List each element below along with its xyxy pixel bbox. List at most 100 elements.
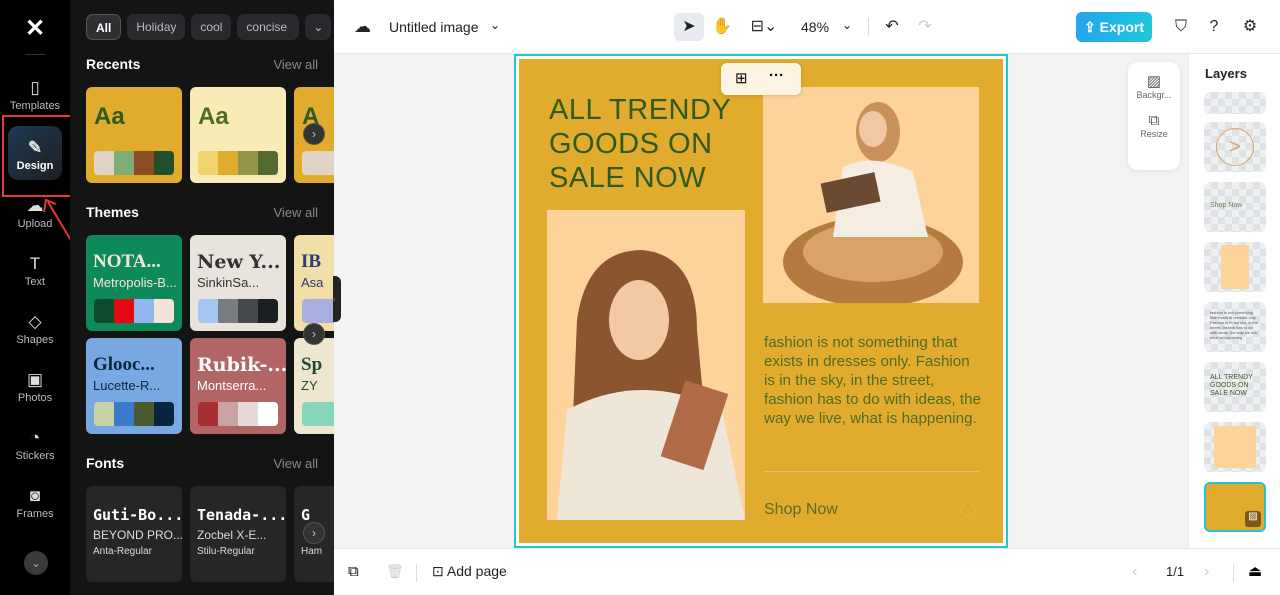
color-swatch — [258, 402, 278, 426]
undo-icon[interactable]: ↶ — [877, 13, 907, 41]
expand-pages-icon[interactable]: ⏏ — [1248, 562, 1262, 580]
photo-woman-smiling-with-book[interactable] — [547, 210, 745, 520]
resize-icon: ⧉ — [1148, 112, 1160, 129]
color-palette — [94, 402, 174, 426]
top-bar: ☁ Untitled image ⌄ ➤ ✋ ⊟⌄ 48% ⌄ ↶ ↷ ⇪ Ex… — [334, 0, 1280, 54]
duplicate-page-icon[interactable]: ⧉ — [348, 563, 359, 580]
rail-item-templates[interactable]: ▯ Templates — [0, 78, 70, 112]
select-tool-icon[interactable]: ➤ — [674, 13, 704, 41]
capcut-logo-icon[interactable]: ✕ — [20, 14, 50, 42]
layer-item-body-text[interactable]: fashion is not something that exists in … — [1204, 302, 1266, 352]
color-swatch — [198, 402, 218, 426]
color-palette — [198, 299, 278, 323]
left-rail: ✕ ▯ Templates ✎ Design ☁ Upload T Text ◇ Shap… — [0, 0, 70, 595]
color-swatch — [134, 151, 154, 175]
font-heading: G — [301, 506, 311, 524]
theme-card[interactable]: New Y... SinkinSa... — [190, 235, 286, 331]
theme-heading-font: Sp — [301, 354, 323, 375]
background-tool[interactable]: ▨ Backgr... — [1128, 62, 1180, 100]
bottom-bar: ⧉ 🗑 ⊡ Add page ‹ 1/1 › ⏏ — [334, 548, 1280, 595]
chip-holiday[interactable]: Holiday — [127, 14, 186, 40]
settings-icon[interactable]: ⚙ — [1235, 13, 1265, 41]
shield-icon[interactable]: ⛉ — [1166, 13, 1196, 41]
recents-title: Recents — [86, 56, 141, 72]
chips-expand-chevron-icon[interactable]: ⌄ — [305, 14, 332, 40]
theme-card[interactable]: Glooc... Lucette-R... — [86, 338, 182, 434]
poster-shop-now[interactable]: Shop Now — [764, 501, 838, 519]
color-swatch — [198, 299, 218, 323]
color-swatch — [218, 299, 238, 323]
frames-icon: ◙ — [29, 486, 41, 505]
recents-next-button[interactable]: › — [303, 123, 325, 145]
title-chevron-down-icon[interactable]: ⌄ — [490, 18, 500, 32]
add-page-button[interactable]: ⊡ Add page — [432, 563, 507, 580]
zoom-chevron-down-icon[interactable]: ⌄ — [842, 18, 852, 32]
layer-item-shop-now[interactable]: Shop Now — [1204, 182, 1266, 232]
color-palette — [198, 402, 278, 426]
theme-card[interactable]: Sp ZY — [294, 338, 334, 434]
theme-card[interactable]: Rubik-... Montserra... — [190, 338, 286, 434]
zoom-level[interactable]: 48% — [801, 19, 829, 35]
recent-card[interactable]: Aa — [86, 87, 182, 183]
next-page-icon[interactable]: › — [1204, 563, 1209, 581]
canvas-selection[interactable]: ALL TRENDY GOODS ON SALE NOW fashion is … — [514, 54, 1008, 548]
delete-page-icon[interactable]: 🗑 — [386, 563, 404, 580]
photo-woman-in-chair[interactable] — [763, 87, 979, 303]
cloud-save-icon[interactable]: ☁ — [354, 17, 371, 37]
rail-item-shapes[interactable]: ◇ Shapes — [0, 312, 70, 346]
layer-item-headline[interactable]: ALL TRENDY GOODS ON SALE NOW — [1204, 362, 1266, 412]
layer-item-background[interactable]: ▨ — [1204, 482, 1266, 532]
resize-tool[interactable]: ⧉ Resize — [1128, 100, 1180, 139]
color-swatch — [258, 299, 278, 323]
templates-icon: ▯ — [30, 78, 40, 97]
replace-image-icon[interactable]: ⊞ — [735, 69, 748, 87]
help-icon[interactable]: ? — [1199, 13, 1229, 41]
document-title[interactable]: Untitled image — [389, 19, 479, 35]
layout-icon[interactable]: ⊟⌄ — [744, 13, 784, 41]
layer-item[interactable] — [1204, 92, 1266, 114]
font-card[interactable]: Guti-Bo... BEYOND PRO... Anta-Regular — [86, 486, 182, 582]
fonts-next-button[interactable]: › — [303, 522, 325, 544]
panel-collapse-handle[interactable]: ‹ — [333, 276, 341, 322]
rail-item-photos[interactable]: ▣ Photos — [0, 370, 70, 404]
themes-view-all-link[interactable]: View all — [273, 205, 318, 220]
fonts-view-all-link[interactable]: View all — [273, 456, 318, 471]
toolbar-divider — [868, 18, 869, 36]
recents-view-all-link[interactable]: View all — [273, 57, 318, 72]
circle-arrow-icon — [961, 503, 975, 517]
poster[interactable]: ALL TRENDY GOODS ON SALE NOW fashion is … — [519, 59, 1003, 543]
font-name: Anta-Regular — [93, 546, 152, 557]
theme-card[interactable]: NOTA... Metropolis-B... — [86, 235, 182, 331]
layer-item-photo-woman-book[interactable] — [1204, 242, 1266, 292]
layer-item-circle-arrow[interactable]: > — [1204, 122, 1266, 172]
chip-concise[interactable]: concise — [237, 14, 300, 40]
theme-card[interactable]: IB Asa — [294, 235, 334, 331]
chip-cool[interactable]: cool — [191, 14, 232, 40]
rail-more-button[interactable]: ⌄ — [24, 551, 48, 575]
chip-all[interactable]: All — [86, 14, 122, 40]
color-swatch — [198, 151, 218, 175]
theme-heading-font: IB — [301, 251, 322, 272]
stickers-icon: ◔ — [29, 428, 41, 447]
prev-page-icon[interactable]: ‹ — [1132, 563, 1137, 581]
color-swatch — [218, 402, 238, 426]
rail-item-frames[interactable]: ◙ Frames — [0, 486, 70, 520]
poster-headline[interactable]: ALL TRENDY GOODS ON SALE NOW — [549, 93, 749, 195]
redo-icon[interactable]: ↷ — [910, 13, 940, 41]
color-swatch — [238, 299, 258, 323]
more-options-icon[interactable]: ··· — [769, 67, 784, 84]
color-swatch — [258, 151, 278, 175]
rail-item-stickers[interactable]: ◔ Stickers — [0, 428, 70, 462]
color-palette — [302, 402, 334, 426]
font-card[interactable]: Tenada-... Zocbel X-E... Stilu-Regular — [190, 486, 286, 582]
hand-tool-icon[interactable]: ✋ — [707, 13, 737, 41]
layer-item-photo-woman-chair[interactable] — [1204, 422, 1266, 472]
export-button[interactable]: ⇪ Export — [1076, 12, 1152, 42]
design-panel: All Holiday cool concise ⌄ Recents View … — [70, 0, 334, 595]
recent-card[interactable]: Aa — [190, 87, 286, 183]
filter-chips: All Holiday cool concise ⌄ — [86, 14, 332, 40]
color-swatch — [114, 151, 134, 175]
poster-body-text[interactable]: fashion is not something that exists in … — [764, 333, 984, 428]
themes-next-button[interactable]: › — [303, 323, 325, 345]
rail-item-text[interactable]: T Text — [0, 254, 70, 288]
